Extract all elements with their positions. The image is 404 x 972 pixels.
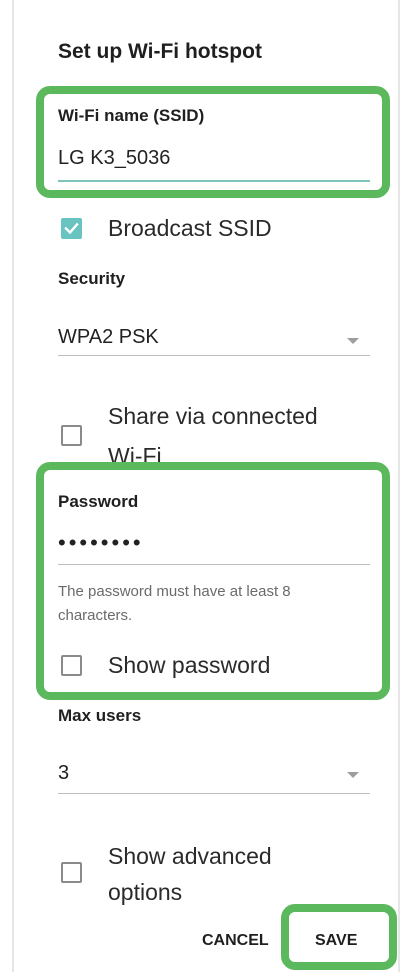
security-label: Security <box>58 269 126 288</box>
broadcast-ssid-checkbox[interactable] <box>61 218 82 239</box>
show-password-label[interactable]: Show password <box>108 649 270 681</box>
broadcast-ssid-label[interactable]: Broadcast SSID <box>108 212 272 244</box>
share-via-wifi-checkbox[interactable] <box>61 425 82 446</box>
dialog-left-edge <box>12 0 14 972</box>
triangle-down-icon[interactable] <box>347 772 359 778</box>
hotspot-setup-dialog: Set up Wi-Fi hotspot Wi-Fi name (SSID) L… <box>0 0 404 972</box>
password-label: Password <box>58 492 139 511</box>
password-hint-line2: characters. <box>58 607 133 624</box>
cancel-button[interactable]: CANCEL <box>202 932 269 950</box>
show-advanced-label-line2[interactable]: options <box>108 876 182 908</box>
check-icon <box>64 222 79 235</box>
password-input-underline <box>58 564 370 565</box>
ssid-label: Wi-Fi name (SSID) <box>58 106 205 125</box>
max-users-label: Max users <box>58 706 142 725</box>
security-select-value[interactable]: WPA2 PSK <box>58 326 159 349</box>
ssid-input[interactable]: LG K3_5036 <box>58 147 170 170</box>
dialog-title: Set up Wi-Fi hotspot <box>58 40 262 63</box>
max-users-select-underline <box>58 793 370 794</box>
max-users-select-value[interactable]: 3 <box>58 762 69 785</box>
triangle-down-icon[interactable] <box>347 338 359 344</box>
password-input[interactable]: •••••••• <box>58 530 144 556</box>
security-select-underline <box>58 355 370 356</box>
share-via-wifi-label-line1[interactable]: Share via connected <box>108 400 318 432</box>
dialog-right-edge <box>398 0 400 972</box>
show-advanced-label-line1[interactable]: Show advanced <box>108 840 272 872</box>
save-button[interactable]: SAVE <box>315 932 357 950</box>
show-advanced-checkbox[interactable] <box>61 862 82 883</box>
share-via-wifi-label-line2[interactable]: Wi-Fi <box>108 440 162 466</box>
ssid-input-underline <box>58 180 370 182</box>
password-hint-line1: The password must have at least 8 <box>58 583 291 600</box>
show-password-checkbox[interactable] <box>61 655 82 676</box>
